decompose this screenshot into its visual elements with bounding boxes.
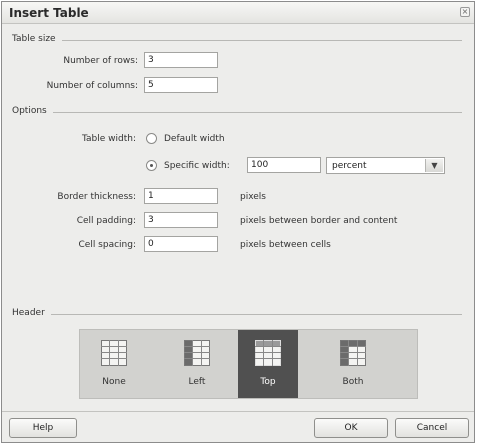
header-heading: Header <box>12 308 51 318</box>
cell-padding-input[interactable] <box>144 212 218 228</box>
section-divider <box>12 40 462 41</box>
header-option-both[interactable]: Both <box>327 330 379 398</box>
footer-divider <box>2 411 474 412</box>
ok-button[interactable]: OK <box>314 418 388 438</box>
columns-input[interactable] <box>144 77 218 93</box>
default-width-radio[interactable] <box>146 133 157 144</box>
help-button[interactable]: Help <box>9 418 77 438</box>
chevron-down-icon[interactable]: ▼ <box>425 159 443 172</box>
cancel-button[interactable]: Cancel <box>395 418 469 438</box>
header-option-label: Both <box>342 377 364 387</box>
border-unit-label: pixels <box>240 192 266 202</box>
header-option-none[interactable]: None <box>88 330 140 398</box>
rows-label: Number of rows: <box>63 56 138 66</box>
header-section: Header <box>12 308 462 320</box>
header-top-icon <box>255 340 281 366</box>
cell-padding-unit-label: pixels between border and content <box>240 216 398 226</box>
insert-table-dialog: Insert Table × Table size Number of rows… <box>1 1 475 443</box>
header-option-left[interactable]: Left <box>171 330 223 398</box>
header-options-panel: None Left Top Both <box>79 329 418 399</box>
border-thickness-label: Border thickness: <box>57 192 136 202</box>
header-option-label: Top <box>260 377 276 387</box>
cell-spacing-unit-label: pixels between cells <box>240 240 331 250</box>
table-size-heading: Table size <box>12 34 62 44</box>
header-option-label: Left <box>188 377 206 387</box>
default-width-label: Default width <box>164 134 225 144</box>
table-size-section: Table size <box>12 34 462 46</box>
specific-width-label: Specific width: <box>164 161 230 171</box>
specific-width-radio[interactable] <box>146 160 157 171</box>
header-left-icon <box>184 340 210 366</box>
cell-spacing-input[interactable] <box>144 236 218 252</box>
title-bar[interactable]: Insert Table × <box>2 2 474 24</box>
header-option-top[interactable]: Top <box>238 330 298 398</box>
close-icon[interactable]: × <box>460 7 470 17</box>
columns-label: Number of columns: <box>46 81 138 91</box>
width-unit-select[interactable]: percent ▼ <box>326 157 445 174</box>
header-none-icon <box>101 340 127 366</box>
cell-padding-label: Cell padding: <box>76 216 136 226</box>
section-divider <box>12 314 462 315</box>
cell-spacing-label: Cell spacing: <box>78 240 137 250</box>
dialog-title: Insert Table <box>9 6 89 20</box>
width-unit-value: percent <box>332 161 367 171</box>
rows-input[interactable] <box>144 52 218 68</box>
header-both-icon <box>340 340 366 366</box>
section-divider <box>12 112 462 113</box>
header-option-label: None <box>102 377 126 387</box>
options-section: Options <box>12 106 462 118</box>
border-thickness-input[interactable] <box>144 188 218 204</box>
options-heading: Options <box>12 106 53 116</box>
specific-width-input[interactable] <box>247 157 321 173</box>
table-width-label: Table width: <box>82 134 136 144</box>
